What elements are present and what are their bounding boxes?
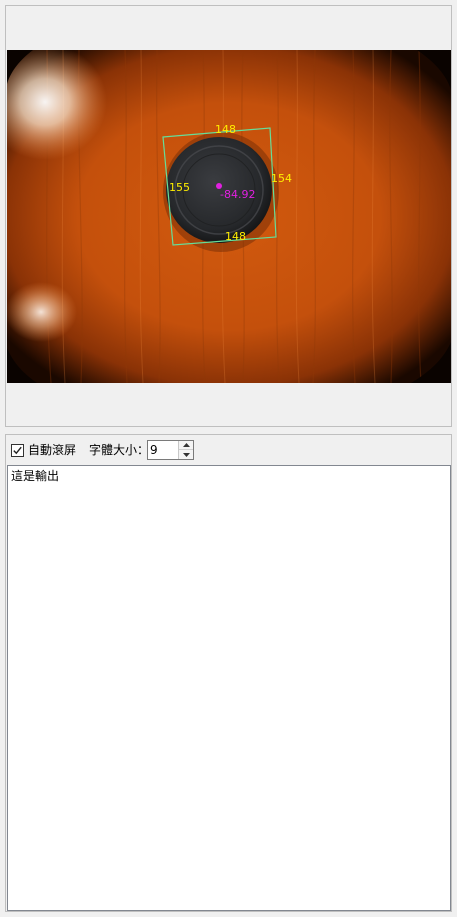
checkmark-icon xyxy=(13,446,22,455)
image-panel: 148 148 155 154 -84.92 xyxy=(5,5,452,427)
font-size-label: 字體大小： xyxy=(89,443,150,457)
top-width-label: 148 xyxy=(215,123,236,136)
camera-image: 148 148 155 154 -84.92 xyxy=(7,50,451,383)
font-size-spinner[interactable] xyxy=(147,440,194,460)
spin-up-button[interactable] xyxy=(179,441,193,450)
font-size-input[interactable] xyxy=(148,441,180,459)
arrow-up-icon xyxy=(182,443,190,447)
output-textbox[interactable]: 這是輸出 xyxy=(7,465,451,911)
left-height-label: 155 xyxy=(169,181,190,194)
auto-scroll-checkbox[interactable] xyxy=(11,444,24,457)
spin-down-button[interactable] xyxy=(179,450,193,459)
arrow-down-icon xyxy=(182,452,190,457)
camera-image-canvas: 148 148 155 154 -84.92 xyxy=(7,50,451,383)
spinner-buttons xyxy=(178,441,193,459)
bottom-width-label: 148 xyxy=(225,230,246,243)
right-height-label: 154 xyxy=(271,172,292,185)
output-toolbar: 自動滾屏 字體大小： xyxy=(6,435,451,465)
angle-label: -84.92 xyxy=(220,188,255,201)
output-panel: 自動滾屏 字體大小： 這是輸出 xyxy=(5,434,452,912)
auto-scroll-label[interactable]: 自動滾屏 xyxy=(28,442,76,458)
